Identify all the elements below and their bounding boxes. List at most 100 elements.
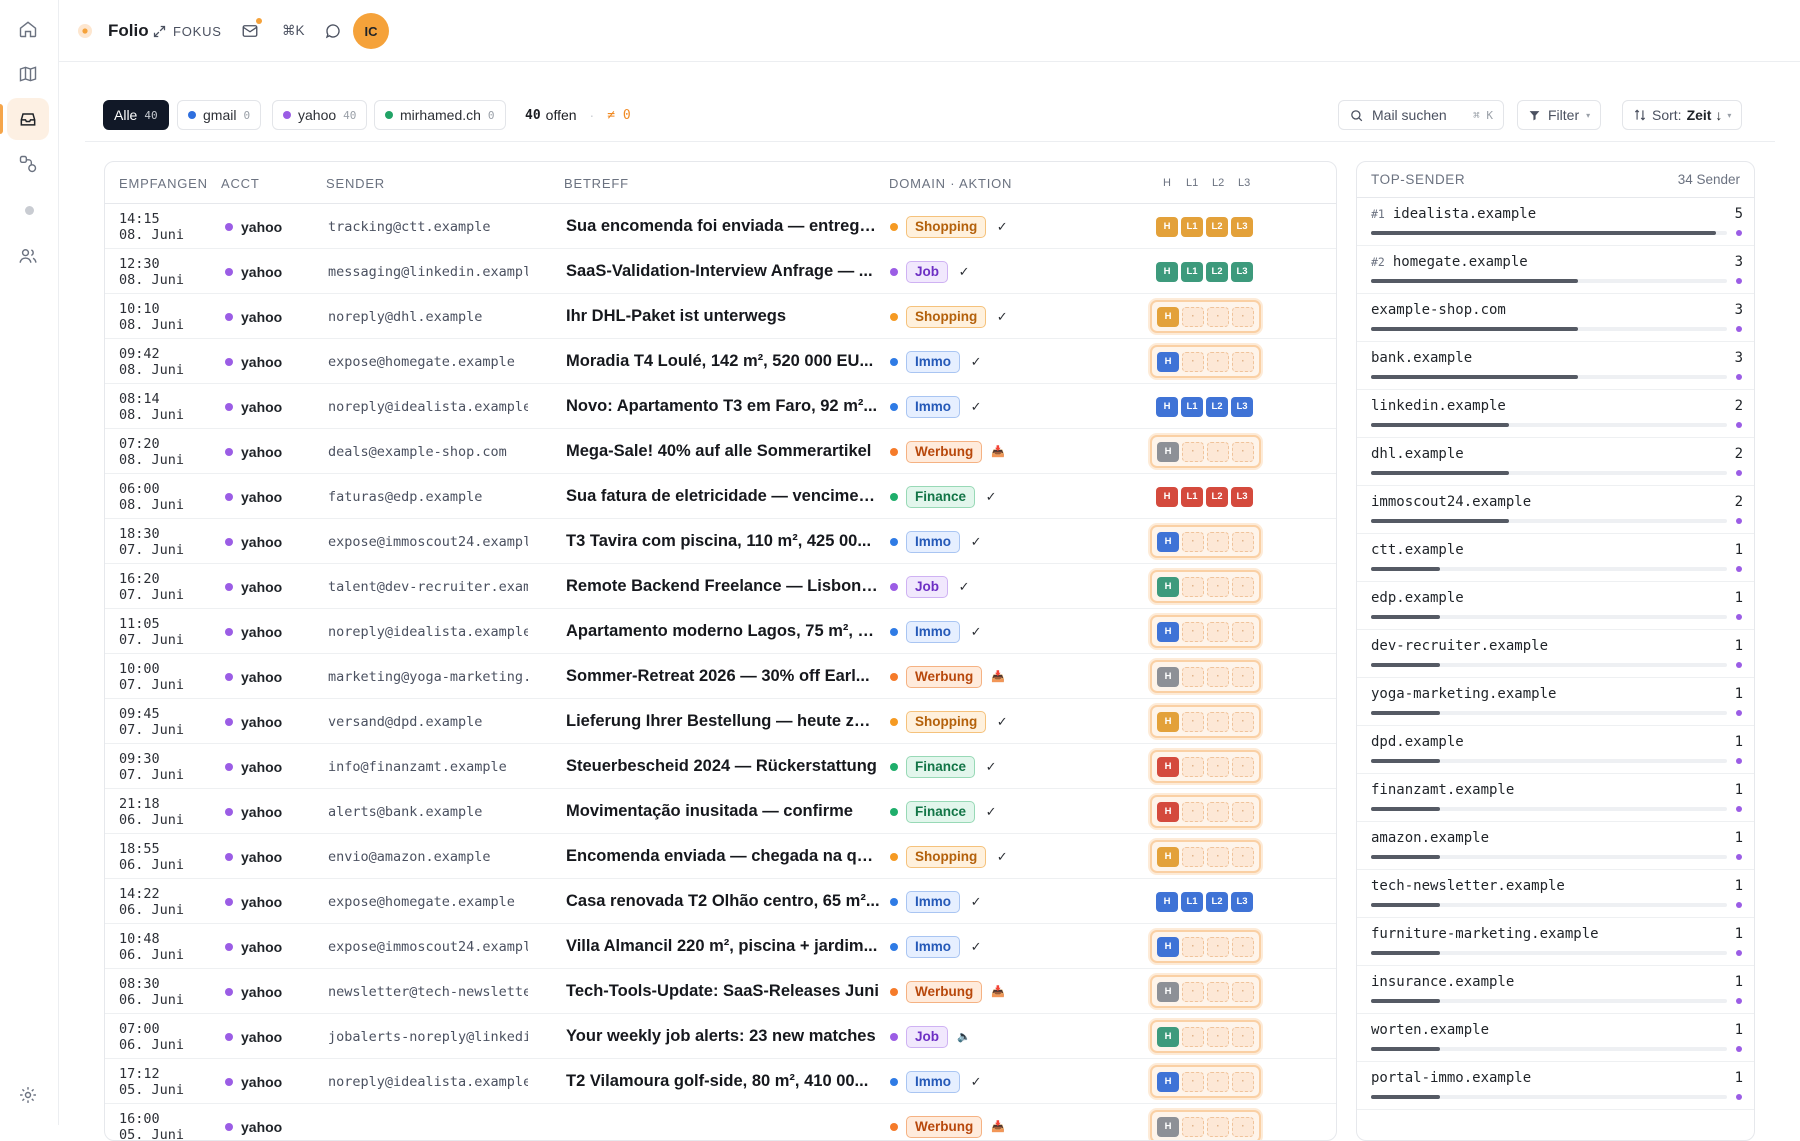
users-icon[interactable] (7, 235, 49, 277)
check-icon[interactable]: ✓ (983, 489, 999, 505)
top-sender-item[interactable]: dhl.example2 (1357, 438, 1755, 486)
level-indicators[interactable]: H··· (1150, 750, 1261, 783)
archive-tray-icon[interactable]: 📥 (990, 1120, 1006, 1133)
level-indicators[interactable]: H··· (1150, 1020, 1261, 1053)
level-indicators[interactable]: H··· (1150, 615, 1261, 648)
subject-text[interactable]: Novo: Apartamento T3 em Faro, 92 m²... (566, 384, 880, 429)
table-row[interactable]: 10:4806. Juniyahooexpose@immoscout24.exa… (105, 924, 1337, 969)
table-row[interactable]: 07:2008. Juniyahoodeals@example-shop.com… (105, 429, 1337, 474)
table-row[interactable]: 21:1806. Juniyahooalerts@bank.exampleMov… (105, 789, 1337, 834)
table-row[interactable]: 17:1205. Juniyahoonoreply@idealista.exam… (105, 1059, 1337, 1104)
domain-badge[interactable]: Werbung (906, 666, 982, 688)
subject-text[interactable]: Movimentação inusitada — confirme (566, 789, 880, 834)
home-icon[interactable] (7, 8, 49, 50)
check-icon[interactable]: ✓ (956, 264, 972, 280)
filter-button[interactable]: Filter ▾ (1517, 100, 1601, 130)
level-indicators[interactable]: H··· (1150, 660, 1261, 693)
check-icon[interactable]: ✓ (968, 939, 984, 955)
domain-badge[interactable]: Job (906, 261, 948, 283)
header-sender[interactable]: SENDER (326, 162, 385, 204)
domain-badge[interactable]: Shopping (906, 846, 986, 868)
header-received[interactable]: EMPFANGEN (119, 162, 208, 204)
archive-tray-icon[interactable]: 📥 (990, 445, 1006, 458)
top-sender-item[interactable]: yoga-marketing.example1 (1357, 678, 1755, 726)
check-icon[interactable]: ✓ (994, 849, 1010, 865)
level-indicators[interactable]: HL1L2L3 (1150, 390, 1259, 423)
table-row[interactable]: 16:0005. JuniyahooWerbung📥H··· (105, 1104, 1337, 1141)
level-indicators[interactable]: H··· (1150, 795, 1261, 828)
avatar[interactable]: IC (353, 13, 389, 49)
table-row[interactable]: 14:2206. Juniyahooexpose@homegate.exampl… (105, 879, 1337, 924)
domain-badge[interactable]: Immo (906, 891, 960, 913)
subject-text[interactable]: Villa Almancil 220 m², piscina + jardim.… (566, 924, 880, 969)
top-sender-item[interactable]: amazon.example1 (1357, 822, 1755, 870)
table-row[interactable]: 08:1408. Juniyahoonoreply@idealista.exam… (105, 384, 1337, 429)
table-row[interactable]: 09:4208. Juniyahooexpose@homegate.exampl… (105, 339, 1337, 384)
subject-text[interactable]: Sua fatura de eletricidade — vencimen... (566, 474, 880, 519)
table-row[interactable]: 10:1008. Juniyahoonoreply@dhl.exampleIhr… (105, 294, 1337, 339)
table-row[interactable]: 12:3008. Juniyahoomessaging@linkedin.exa… (105, 249, 1337, 294)
top-sender-item[interactable]: dpd.example1 (1357, 726, 1755, 774)
domain-badge[interactable]: Shopping (906, 306, 986, 328)
check-icon[interactable]: ✓ (968, 624, 984, 640)
subject-text[interactable] (566, 1104, 880, 1141)
domain-badge[interactable]: Job (906, 576, 948, 598)
subject-text[interactable]: Sommer-Retreat 2026 — 30% off Earl... (566, 654, 880, 699)
domain-badge[interactable]: Immo (906, 936, 960, 958)
level-indicators[interactable]: HL1L2L3 (1150, 480, 1259, 513)
header-acct[interactable]: ACCT (221, 162, 260, 204)
subject-text[interactable]: Casa renovada T2 Olhão centro, 65 m²... (566, 879, 880, 924)
subject-text[interactable]: Remote Backend Freelance — Lisbon-... (566, 564, 880, 609)
top-sender-item[interactable]: edp.example1 (1357, 582, 1755, 630)
subject-text[interactable]: T3 Tavira com piscina, 110 m², 425 00... (566, 519, 880, 564)
archive-tray-icon[interactable]: 📥 (990, 985, 1006, 998)
header-subject[interactable]: BETREFF (564, 162, 629, 204)
domain-badge[interactable]: Finance (906, 801, 975, 823)
top-sender-item[interactable]: #2homegate.example3 (1357, 246, 1755, 294)
table-row[interactable]: 06:0008. Juniyahoofaturas@edp.exampleSua… (105, 474, 1337, 519)
header-domain[interactable]: DOMAIN · AKTION (889, 162, 1012, 204)
mail-button[interactable] (241, 0, 259, 62)
table-row[interactable]: 16:2007. Juniyahootalent@dev-recruiter.e… (105, 564, 1337, 609)
subject-text[interactable]: T2 Vilamoura golf-side, 80 m², 410 00... (566, 1059, 880, 1104)
level-indicators[interactable]: H··· (1150, 930, 1261, 963)
table-row[interactable]: 11:0507. Juniyahoonoreply@idealista.exam… (105, 609, 1337, 654)
command-palette-button[interactable]: ⌘K (282, 0, 305, 62)
level-indicators[interactable]: HL1L2L3 (1150, 255, 1259, 288)
level-indicators[interactable]: H··· (1150, 570, 1261, 603)
check-icon[interactable]: ✓ (968, 534, 984, 550)
filter-chip-yahoo[interactable]: yahoo 40 (272, 100, 367, 130)
domain-badge[interactable]: Werbung (906, 441, 982, 463)
mute-icon[interactable]: 🔈 (956, 1030, 972, 1043)
check-icon[interactable]: ✓ (994, 219, 1010, 235)
level-indicators[interactable]: H··· (1150, 975, 1261, 1008)
subject-text[interactable]: SaaS-Validation-Interview Anfrage — ... (566, 249, 880, 294)
table-row[interactable]: 09:3007. Juniyahooinfo@finanzamt.example… (105, 744, 1337, 789)
domain-badge[interactable]: Immo (906, 396, 960, 418)
table-row[interactable]: 10:0007. Juniyahoomarketing@yoga-marketi… (105, 654, 1337, 699)
table-row[interactable]: 18:3007. Juniyahooexpose@immoscout24.exa… (105, 519, 1337, 564)
filter-chip-all[interactable]: Alle 40 (103, 100, 169, 130)
level-indicators[interactable]: H··· (1150, 840, 1261, 873)
subject-text[interactable]: Apartamento moderno Lagos, 75 m², 2... (566, 609, 880, 654)
domain-badge[interactable]: Job (906, 1026, 948, 1048)
top-sender-item[interactable]: worten.example1 (1357, 1014, 1755, 1062)
archive-tray-icon[interactable]: 📥 (990, 670, 1006, 683)
search-input[interactable]: Mail suchen ⌘ K (1338, 100, 1504, 130)
check-icon[interactable]: ✓ (956, 579, 972, 595)
check-icon[interactable]: ✓ (983, 804, 999, 820)
top-sender-item[interactable]: ctt.example1 (1357, 534, 1755, 582)
level-indicators[interactable]: H··· (1150, 435, 1261, 468)
domain-badge[interactable]: Shopping (906, 216, 986, 238)
top-sender-item[interactable]: insurance.example1 (1357, 966, 1755, 1014)
top-sender-item[interactable]: bank.example3 (1357, 342, 1755, 390)
level-indicators[interactable]: H··· (1150, 345, 1261, 378)
filter-chip-mirhamed[interactable]: mirhamed.ch 0 (374, 100, 506, 130)
settings-icon[interactable] (7, 1074, 49, 1116)
top-sender-item[interactable]: finanzamt.example1 (1357, 774, 1755, 822)
level-indicators[interactable]: H··· (1150, 1110, 1261, 1141)
domain-badge[interactable]: Shopping (906, 711, 986, 733)
top-sender-item[interactable]: linkedin.example2 (1357, 390, 1755, 438)
subject-text[interactable]: Tech-Tools-Update: SaaS-Releases Juni (566, 969, 880, 1014)
domain-badge[interactable]: Werbung (906, 981, 982, 1003)
